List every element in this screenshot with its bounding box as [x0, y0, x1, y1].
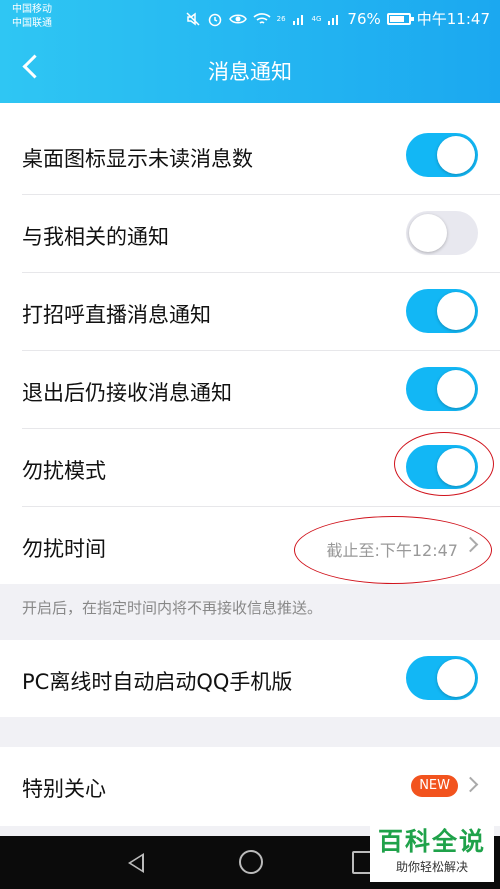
nav-bar: 消息通知	[0, 40, 500, 96]
toggle-knob	[437, 292, 475, 330]
dnd-note: 开启后，在指定时间内将不再接收信息推送。	[0, 584, 500, 640]
row-label: 特别关心	[22, 777, 106, 801]
row-label: PC离线时自动启动QQ手机版	[22, 670, 293, 694]
alarm-icon	[208, 13, 221, 26]
page-title: 消息通知	[208, 60, 292, 84]
section-gap	[0, 717, 500, 747]
row-label: 打招呼直播消息通知	[22, 303, 211, 327]
row-pc-offline-autostart[interactable]: PC离线时自动启动QQ手机版	[22, 640, 500, 717]
network-type-1: 26	[276, 14, 286, 23]
toggle-related-notify[interactable]	[406, 211, 478, 255]
list-top-spacer	[0, 103, 500, 117]
toggle-knob	[409, 214, 447, 252]
battery-fill	[389, 15, 404, 22]
chevron-right-icon	[462, 776, 479, 793]
nav-home-icon[interactable]	[239, 850, 263, 874]
settings-group-2: PC离线时自动启动QQ手机版	[0, 640, 500, 717]
watermark-logo: 百科全说 助你轻松解决	[370, 826, 494, 882]
row-label: 退出后仍接收消息通知	[22, 381, 232, 405]
status-icons: 26 4G 76% 中午11:47	[185, 8, 490, 29]
row-related-notify[interactable]: 与我相关的通知	[22, 195, 500, 273]
signal-icon-2	[328, 14, 339, 25]
toggle-knob	[437, 370, 475, 408]
row-label: 桌面图标显示未读消息数	[22, 147, 253, 171]
clock: 中午11:47	[416, 10, 490, 28]
wifi-icon	[253, 12, 271, 24]
toggle-greeting-live[interactable]	[406, 289, 478, 333]
toggle-knob	[437, 659, 475, 697]
row-receive-after-exit[interactable]: 退出后仍接收消息通知	[22, 351, 500, 429]
settings-group-1: 桌面图标显示未读消息数 与我相关的通知 打招呼直播消息通知 退出后仍接收消息通知…	[0, 117, 500, 584]
row-greeting-live[interactable]: 打招呼直播消息通知	[22, 273, 500, 351]
watermark-sub: 助你轻松解决	[395, 860, 468, 874]
toggle-desktop-badge[interactable]	[406, 133, 478, 177]
carrier-2: 中国联通	[12, 18, 52, 29]
app-header: 中国移动 中国联通 26 4G 76% 中午11:47 消息通知	[0, 0, 500, 103]
eye-icon	[228, 14, 247, 23]
row-label: 与我相关的通知	[22, 225, 169, 249]
toggle-knob	[437, 136, 475, 174]
nav-back-icon[interactable]	[128, 853, 144, 873]
battery-icon	[386, 12, 414, 25]
carrier-1: 中国移动	[12, 4, 52, 15]
status-bar: 中国移动 中国联通 26 4G 76% 中午11:47	[0, 0, 500, 34]
row-special-care[interactable]: 特别关心 NEW	[22, 747, 500, 826]
row-label: 勿扰时间	[22, 537, 106, 561]
row-label: 勿扰模式	[22, 459, 106, 483]
signal-icon	[292, 14, 303, 25]
network-type-2: 4G	[311, 14, 322, 23]
row-desktop-badge[interactable]: 桌面图标显示未读消息数	[22, 117, 500, 195]
toggle-receive-after-exit[interactable]	[406, 367, 478, 411]
annotation-circle-dnd-time	[294, 516, 492, 584]
battery-percent: 76%	[347, 9, 381, 28]
annotation-circle-dnd-toggle	[394, 432, 494, 496]
carrier-info: 中国移动 中国联通	[12, 3, 52, 31]
mute-icon	[186, 11, 200, 26]
settings-group-3: 特别关心 NEW	[0, 747, 500, 826]
toggle-pc-offline-autostart[interactable]	[406, 656, 478, 700]
new-badge: NEW	[411, 775, 458, 797]
watermark-main: 百科全说	[377, 827, 486, 856]
